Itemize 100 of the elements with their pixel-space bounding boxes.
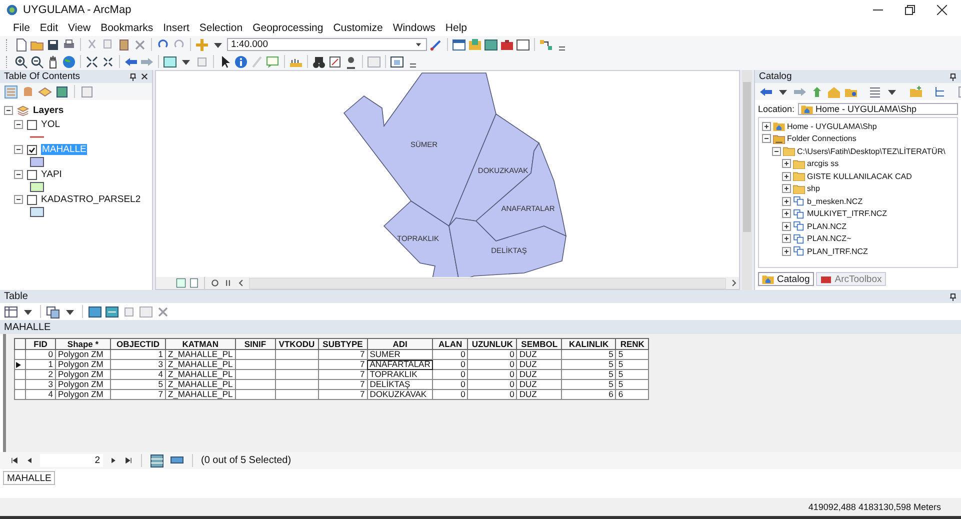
collapse-icon[interactable]: [772, 146, 781, 156]
layer-name[interactable]: YOL: [41, 119, 60, 130]
catalog-item[interactable]: PLAN.NCZ~: [807, 234, 852, 244]
previous-record-icon[interactable]: [25, 456, 34, 465]
globe-icon[interactable]: [62, 54, 76, 68]
restore-icon[interactable]: [905, 5, 915, 15]
scale-field[interactable]: 1:40.000: [227, 38, 427, 51]
collapse-icon[interactable]: [14, 170, 23, 179]
refresh-icon[interactable]: [210, 278, 220, 288]
catalog-item[interactable]: PLAN_ITRF.NCZ: [807, 246, 868, 256]
layer-checkbox[interactable]: [27, 120, 37, 130]
table-row[interactable]: 4 Polygon ZM 7 Z_MAHALLE_PL 7 DOKUZKAVAK 0 0 DUZ 6 6: [14, 390, 649, 400]
menu-item[interactable]: View: [63, 21, 96, 35]
expand-icon[interactable]: [782, 222, 791, 231]
column-header[interactable]: OBJECTID: [110, 338, 166, 350]
last-record-icon[interactable]: [124, 456, 133, 465]
location-field[interactable]: Home - UYGULAMA\Shp: [798, 102, 958, 114]
table-options-icon[interactable]: [4, 304, 18, 318]
pin-icon[interactable]: [129, 72, 137, 80]
expand-icon[interactable]: [782, 159, 791, 168]
layer-checkbox[interactable]: [27, 144, 37, 154]
new-folder-icon[interactable]: [909, 84, 923, 98]
menu-item[interactable]: Insert: [158, 21, 194, 35]
close-icon[interactable]: [141, 73, 148, 80]
layers-label[interactable]: Layers: [33, 105, 64, 116]
column-header[interactable]: KALINLIK: [562, 338, 616, 350]
catalog-item[interactable]: Home - UYGULAMA\Shp: [787, 122, 877, 131]
select-by-attributes-icon[interactable]: [88, 304, 102, 318]
first-record-icon[interactable]: [10, 456, 19, 465]
save-icon[interactable]: [46, 38, 60, 52]
catalog-item[interactable]: arcgis ss: [807, 159, 839, 168]
data-view-icon[interactable]: [176, 278, 186, 288]
search-window-icon[interactable]: [484, 38, 498, 52]
expand-icon[interactable]: [782, 196, 791, 206]
pin-icon[interactable]: [949, 72, 957, 80]
column-header[interactable]: ALAN: [432, 338, 468, 350]
viewer-icon[interactable]: [390, 54, 404, 68]
menu-item[interactable]: Customize: [328, 21, 388, 35]
column-header[interactable]: SUBTYPE: [318, 338, 368, 350]
fixed-zoom-out-icon[interactable]: [101, 54, 115, 68]
menu-item[interactable]: Selection: [194, 21, 248, 35]
dropdown-caret-icon[interactable]: [414, 40, 423, 49]
catalog-item[interactable]: Folder Connections: [787, 134, 856, 144]
list-by-drawing-order-icon[interactable]: [4, 84, 18, 98]
expand-icon[interactable]: [782, 184, 791, 194]
layer-name[interactable]: YAPI: [41, 169, 62, 180]
panel-tab[interactable]: Catalog: [758, 272, 814, 286]
menu-item[interactable]: Geoprocessing: [248, 21, 328, 35]
menu-item[interactable]: Help: [440, 21, 472, 35]
menu-item[interactable]: Windows: [388, 21, 440, 35]
list-by-selection-icon[interactable]: [55, 84, 69, 98]
delete-icon[interactable]: [133, 38, 147, 52]
table-row[interactable]: 2 Polygon ZM 4 Z_MAHALLE_PL 7 TOPRAKLIK 0 0 DUZ 5 5: [14, 370, 649, 380]
model-icon[interactable]: [539, 38, 553, 52]
collapse-icon[interactable]: [14, 145, 23, 154]
catalog-item[interactable]: C:\Users\Fatih\Desktop\TEZ\LİTERATÜR\: [797, 146, 946, 156]
catalog-item[interactable]: b_mesken.NCZ: [807, 196, 863, 206]
horizontal-scrollbar[interactable]: [249, 278, 726, 288]
collapse-icon[interactable]: [14, 120, 23, 129]
catalog-item[interactable]: shp: [807, 184, 820, 194]
view-list-icon[interactable]: [868, 84, 882, 98]
layout-view-icon[interactable]: [189, 278, 199, 288]
layer-name[interactable]: KADASTRO_PARSEL2: [41, 194, 141, 205]
pause-icon[interactable]: [223, 278, 233, 288]
expand-icon[interactable]: [782, 234, 791, 244]
pin-icon[interactable]: [949, 292, 957, 300]
expand-icon[interactable]: [782, 246, 791, 256]
html-popup-icon[interactable]: [266, 54, 280, 68]
panel-tab[interactable]: ArcToolbox: [816, 272, 886, 286]
zoom-in-icon[interactable]: [14, 54, 28, 68]
select-features-icon[interactable]: [163, 54, 177, 68]
expand-icon[interactable]: [782, 172, 791, 181]
column-header[interactable]: SINIF: [235, 338, 276, 350]
table-tab[interactable]: MAHALLE: [3, 471, 56, 485]
layer-checkbox[interactable]: [27, 170, 37, 180]
catalog-item[interactable]: MULKIYET_ITRF.NCZ: [807, 209, 888, 218]
fixed-zoom-in-icon[interactable]: [85, 54, 99, 68]
layer-checkbox[interactable]: [27, 194, 37, 204]
close-icon[interactable]: [937, 5, 947, 15]
catalog-item[interactable]: GISTE KULLANILACAK CAD: [807, 172, 912, 181]
column-header[interactable]: SEMBOL: [516, 338, 562, 350]
collapse-icon[interactable]: [4, 106, 13, 115]
paste-icon[interactable]: [117, 38, 131, 52]
next-record-icon[interactable]: [109, 456, 118, 465]
scrollbar-thumb[interactable]: [743, 82, 751, 232]
collapse-icon[interactable]: [14, 195, 23, 204]
column-header[interactable]: RENK: [616, 338, 649, 350]
column-header[interactable]: Shape *: [56, 338, 110, 350]
zoom-out-icon[interactable]: [30, 54, 44, 68]
binoculars-icon[interactable]: [312, 54, 326, 68]
identify-icon[interactable]: [234, 54, 248, 68]
column-header[interactable]: KATMAN: [166, 338, 236, 350]
record-field[interactable]: 2: [40, 454, 103, 467]
window-icon[interactable]: [452, 38, 466, 52]
expand-icon[interactable]: [762, 122, 771, 131]
delete-icon[interactable]: [156, 304, 170, 318]
column-header[interactable]: VTKODU: [275, 338, 318, 350]
show-all-records-icon[interactable]: [150, 454, 164, 468]
table-row[interactable]: 0 Polygon ZM 1 Z_MAHALLE_PL 7 SUMER 0 0 DUZ 5 5: [14, 350, 649, 360]
table-row[interactable]: 3 Polygon ZM 5 Z_MAHALLE_PL 7 DELİKTAŞ 0 0 DUZ 5 5: [14, 380, 649, 390]
